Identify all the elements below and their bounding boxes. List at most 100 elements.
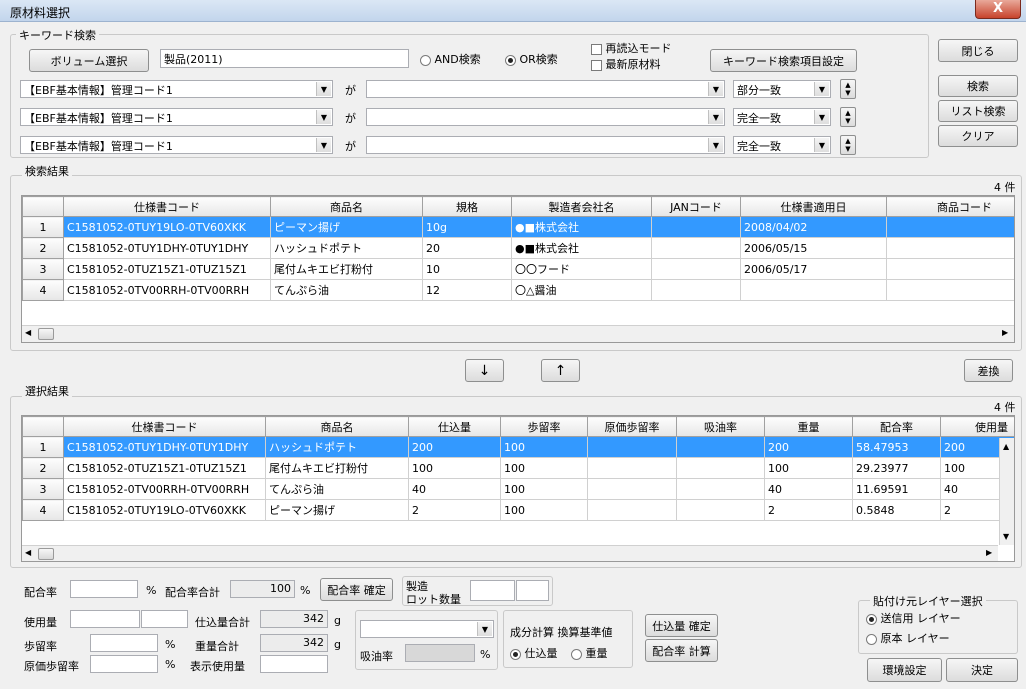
table-cell[interactable]: [886, 279, 1014, 301]
table-cell[interactable]: 40: [408, 478, 501, 500]
table-cell[interactable]: 〇〇フード: [511, 258, 652, 280]
calc-weight-radio[interactable]: 重量: [571, 645, 608, 661]
table-cell[interactable]: 尾付ムキエビ打粉付: [270, 258, 423, 280]
table-cell[interactable]: 〇△醤油: [511, 279, 652, 301]
table-cell[interactable]: 2006/05/17: [740, 258, 887, 280]
column-header[interactable]: 商品コード: [886, 196, 1014, 217]
usage-field-1[interactable]: [70, 610, 140, 628]
table-cell[interactable]: [886, 237, 1014, 259]
table-cell[interactable]: [651, 216, 741, 238]
row-number[interactable]: 1: [22, 216, 64, 238]
column-header[interactable]: 仕様書適用日: [740, 196, 887, 217]
table-row[interactable]: 1 C1581052-0TUY19LO-0TV60XKK ピーマン揚げ 10g …: [22, 216, 1014, 238]
usage-field-2[interactable]: [141, 610, 188, 628]
layer-orig-radio[interactable]: 原本 レイヤー: [866, 630, 950, 646]
latest-material-checkbox[interactable]: 最新原材料: [591, 56, 661, 72]
table-cell[interactable]: [886, 258, 1014, 280]
table-cell[interactable]: [740, 279, 887, 301]
table-cell[interactable]: 29.23977: [852, 457, 941, 479]
table-cell[interactable]: [676, 436, 765, 458]
table-cell[interactable]: 2006/05/15: [740, 237, 887, 259]
horizontal-scrollbar[interactable]: ◀ ▶: [22, 325, 1014, 342]
keyword-value-select-3[interactable]: ▼: [366, 136, 725, 154]
ratio-field[interactable]: [70, 580, 138, 598]
row-number[interactable]: 3: [22, 478, 64, 500]
table-row[interactable]: 2 C1581052-0TUY1DHY-0TUY1DHY ハッシュドポテト 20…: [22, 237, 1014, 259]
scroll-down-icon[interactable]: ▼: [1003, 532, 1009, 541]
swap-button[interactable]: 差換: [964, 359, 1013, 382]
move-down-button[interactable]: ↓: [465, 359, 504, 382]
row-order-spinner-3[interactable]: ▲ ▼: [840, 135, 856, 155]
row-order-spinner-1[interactable]: ▲ ▼: [840, 79, 856, 99]
cost-yield-field[interactable]: [90, 655, 158, 673]
keyword-field-select-1[interactable]: 【EBF基本情報】管理コード1 ▼: [20, 80, 333, 98]
table-cell[interactable]: 100: [500, 478, 588, 500]
table-cell[interactable]: [587, 499, 677, 521]
ok-button[interactable]: 決定: [946, 658, 1018, 682]
keyword-value-select-2[interactable]: ▼: [366, 108, 725, 126]
table-cell[interactable]: [651, 258, 741, 280]
clear-button[interactable]: クリア: [938, 125, 1018, 147]
table-cell[interactable]: ●■株式会社: [511, 216, 652, 238]
table-row[interactable]: 4 C1581052-0TUY19LO-0TV60XKK ピーマン揚げ 2 10…: [22, 499, 1014, 521]
table-cell[interactable]: C1581052-0TUZ15Z1-0TUZ15Z1: [63, 258, 271, 280]
table-row[interactable]: 3 C1581052-0TUZ15Z1-0TUZ15Z1 尾付ムキエビ打粉付 1…: [22, 258, 1014, 280]
table-cell[interactable]: 尾付ムキエビ打粉付: [265, 457, 409, 479]
table-cell[interactable]: 100: [500, 436, 588, 458]
layer-send-radio[interactable]: 送信用 レイヤー: [866, 610, 961, 626]
keyword-field-select-2[interactable]: 【EBF基本情報】管理コード1 ▼: [20, 108, 333, 126]
column-header[interactable]: 吸油率: [676, 416, 765, 437]
table-cell[interactable]: [676, 478, 765, 500]
lot-quantity-field-2[interactable]: [516, 580, 549, 601]
and-search-radio[interactable]: AND検索: [420, 51, 481, 67]
table-cell[interactable]: 0.5848: [852, 499, 941, 521]
table-cell[interactable]: 40: [764, 478, 853, 500]
table-cell[interactable]: 100: [408, 457, 501, 479]
table-cell[interactable]: C1581052-0TUZ15Z1-0TUZ15Z1: [63, 457, 266, 479]
table-cell[interactable]: 10: [422, 258, 512, 280]
search-button[interactable]: 検索: [938, 75, 1018, 97]
column-header[interactable]: 商品名: [270, 196, 423, 217]
row-order-spinner-2[interactable]: ▲ ▼: [840, 107, 856, 127]
table-cell[interactable]: 2: [764, 499, 853, 521]
table-cell[interactable]: C1581052-0TUY19LO-0TV60XKK: [63, 499, 266, 521]
table-cell[interactable]: 200: [408, 436, 501, 458]
column-header[interactable]: 使用量: [940, 416, 1014, 437]
table-cell[interactable]: [587, 436, 677, 458]
table-cell[interactable]: [886, 216, 1014, 238]
column-header[interactable]: 製造者会社名: [511, 196, 652, 217]
column-header[interactable]: 商品名: [265, 416, 409, 437]
row-number[interactable]: 1: [22, 436, 64, 458]
yield-field[interactable]: [90, 634, 158, 652]
scroll-left-icon[interactable]: ◀: [25, 328, 31, 337]
table-row[interactable]: 2 C1581052-0TUZ15Z1-0TUZ15Z1 尾付ムキエビ打粉付 1…: [22, 457, 1014, 479]
keyword-field-select-3[interactable]: 【EBF基本情報】管理コード1 ▼: [20, 136, 333, 154]
table-cell[interactable]: 58.47953: [852, 436, 941, 458]
row-number[interactable]: 3: [22, 258, 64, 280]
volume-select-button[interactable]: ボリューム選択: [29, 49, 149, 72]
vertical-scrollbar[interactable]: ▲ ▼: [999, 438, 1014, 545]
keyword-value-select-1[interactable]: ▼: [366, 80, 725, 98]
keyword-settings-button[interactable]: キーワード検索項目設定: [710, 49, 857, 72]
column-header[interactable]: 仕様書コード: [63, 196, 271, 217]
table-cell[interactable]: 2: [408, 499, 501, 521]
table-cell[interactable]: 12: [422, 279, 512, 301]
oil-select[interactable]: ▼: [360, 620, 494, 638]
table-cell[interactable]: [651, 279, 741, 301]
list-search-button[interactable]: リスト検索: [938, 100, 1018, 122]
horizontal-scrollbar[interactable]: ◀ ▶: [22, 545, 998, 561]
table-cell[interactable]: C1581052-0TV00RRH-0TV00RRH: [63, 279, 271, 301]
table-cell[interactable]: 200: [764, 436, 853, 458]
scroll-right-icon[interactable]: ▶: [986, 548, 992, 557]
table-cell[interactable]: 10g: [422, 216, 512, 238]
table-cell[interactable]: C1581052-0TUY19LO-0TV60XKK: [63, 216, 271, 238]
table-cell[interactable]: てんぷら油: [270, 279, 423, 301]
table-cell[interactable]: C1581052-0TV00RRH-0TV00RRH: [63, 478, 266, 500]
env-settings-button[interactable]: 環境設定: [867, 658, 942, 682]
table-cell[interactable]: ハッシュドポテト: [265, 436, 409, 458]
row-number[interactable]: 2: [22, 457, 64, 479]
column-header[interactable]: 歩留率: [500, 416, 588, 437]
match-type-select-3[interactable]: 完全一致 ▼: [733, 136, 831, 154]
scroll-up-icon[interactable]: ▲: [1003, 442, 1009, 451]
selection-results-table[interactable]: 仕様書コード 商品名 仕込量 歩留率 原価歩留率 吸油率 重量 配合率 使用量 …: [21, 415, 1015, 562]
